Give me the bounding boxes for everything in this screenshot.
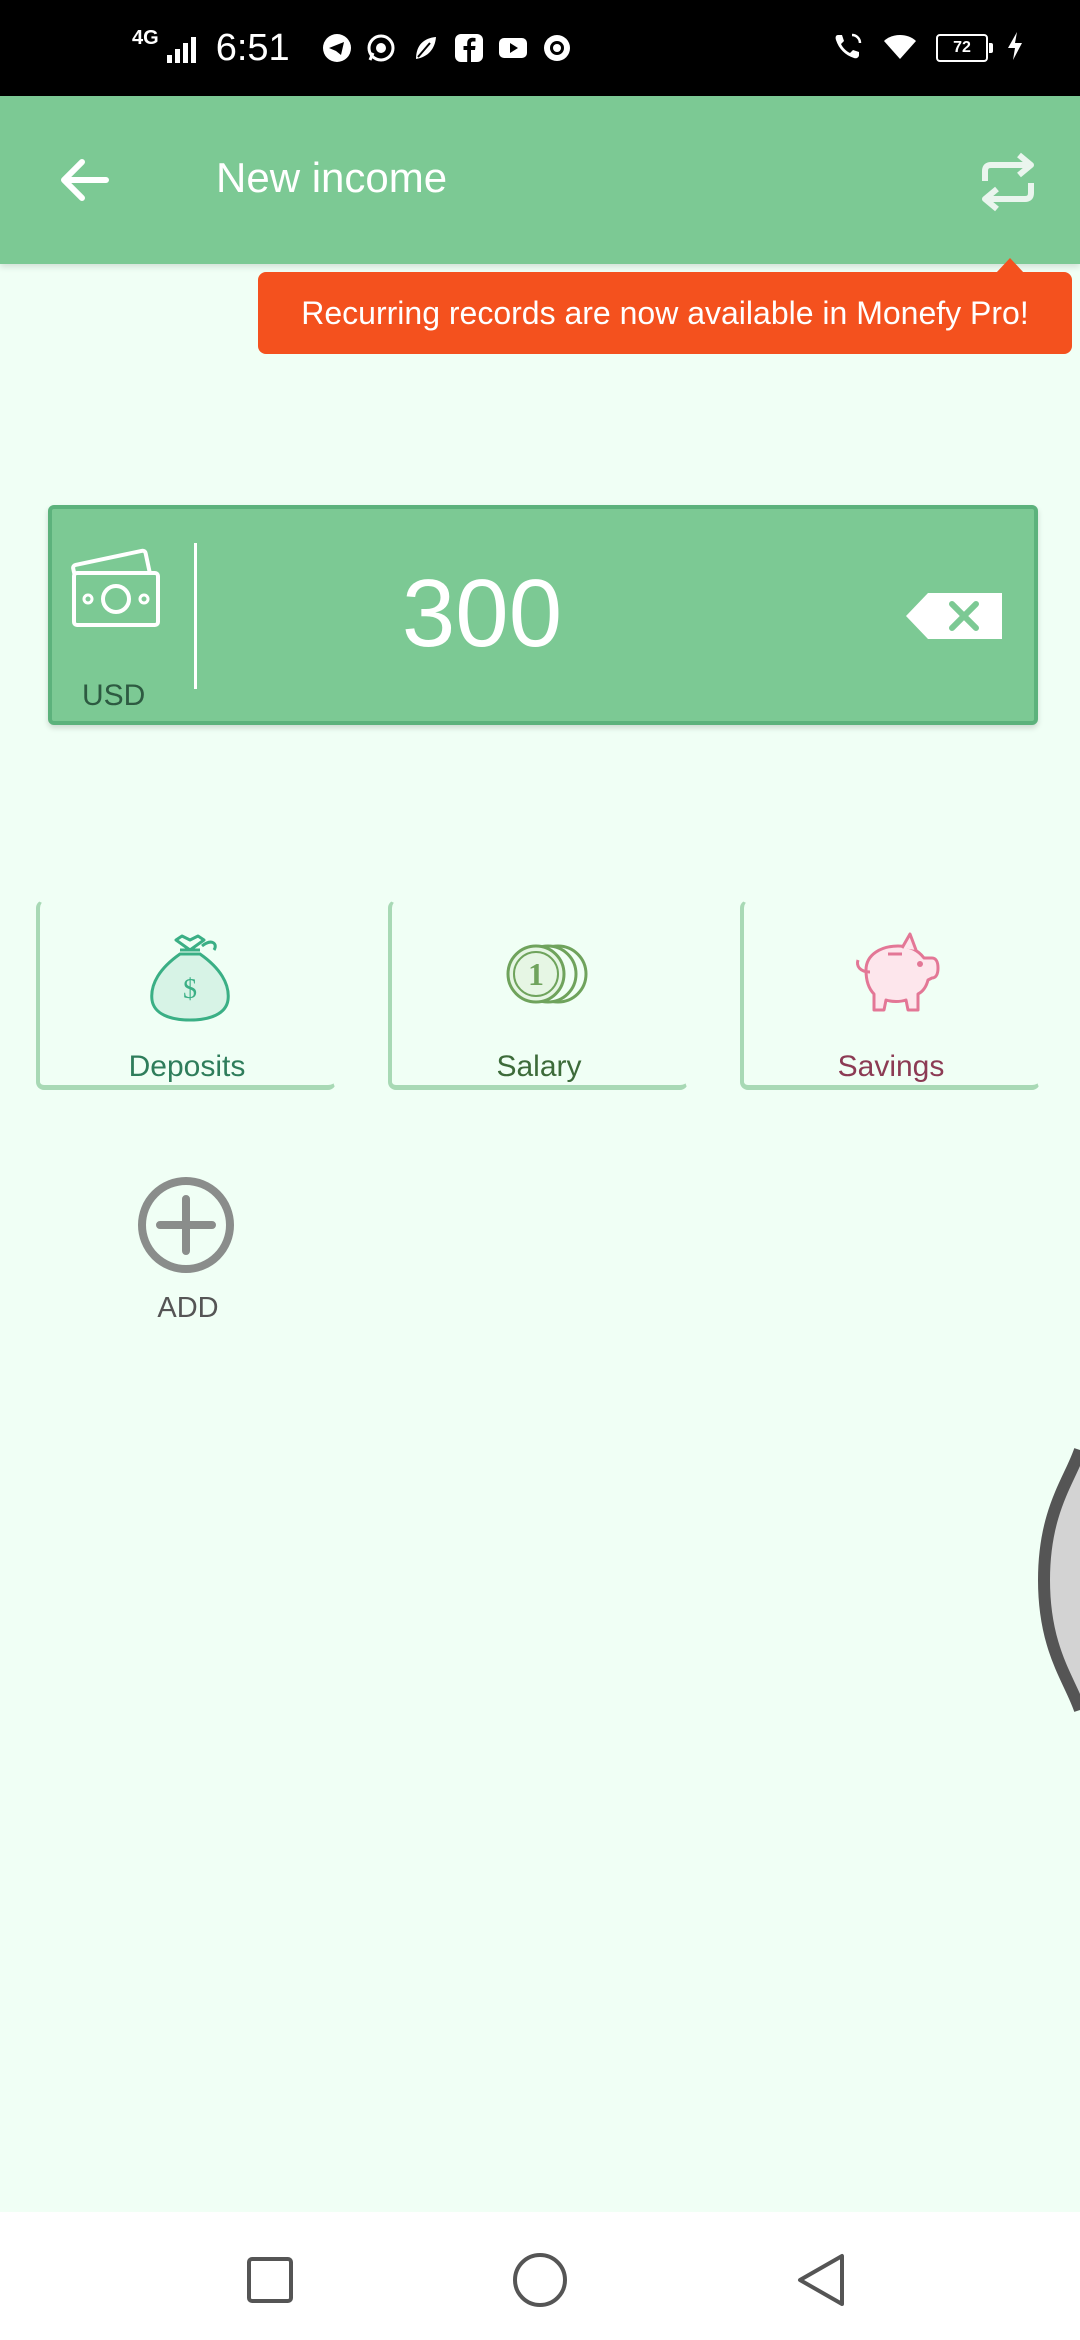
category-deposits[interactable]: $ Deposits [36, 900, 336, 1090]
clock: 6:51 [215, 26, 290, 69]
camera-app-icon [542, 33, 572, 63]
svg-text:$: $ [183, 974, 197, 1005]
status-bar: 4G 6:51 72 [0, 0, 1080, 96]
telegram-icon [322, 33, 352, 63]
cash-icon [71, 548, 160, 627]
back-button[interactable] [52, 148, 116, 212]
wifi-icon [882, 31, 918, 66]
currency-label: USD [82, 679, 146, 712]
category-savings[interactable]: Savings [740, 900, 1040, 1090]
category-label: Savings [837, 1050, 945, 1083]
network-type: 4G [132, 26, 159, 49]
youtube-icon [498, 33, 528, 63]
recurring-button[interactable] [972, 146, 1044, 218]
amount-card: USD 300 [48, 505, 1038, 725]
whatsapp-icon [366, 33, 396, 63]
triangle-back-icon [798, 2254, 844, 2306]
backspace-icon [906, 593, 1002, 639]
plus-circle-icon [138, 1177, 234, 1273]
clear-amount-button[interactable] [904, 591, 1004, 641]
wifi-calling-icon [832, 31, 864, 66]
category-label: Deposits [128, 1050, 246, 1083]
circle-icon [513, 2253, 567, 2307]
battery-icon: 72 [936, 34, 993, 62]
category-salary[interactable]: 1 Salary [388, 900, 688, 1090]
square-icon [247, 2257, 293, 2303]
amount-display: 300 [401, 560, 563, 667]
facebook-icon [454, 33, 484, 63]
edge-handle[interactable] [1030, 1440, 1080, 1720]
charging-icon [1006, 31, 1024, 66]
piggy-bank-icon [844, 924, 944, 1024]
svg-text:1: 1 [528, 956, 544, 992]
tooltip-arrow [996, 258, 1024, 273]
back-nav-button[interactable] [788, 2248, 852, 2312]
money-bag-icon: $ [140, 924, 240, 1024]
add-category-label: ADD [157, 1292, 219, 1324]
repeat-icon [982, 152, 1034, 212]
home-button[interactable] [508, 2248, 572, 2312]
system-nav-bar [0, 2212, 1080, 2340]
signal-icon [166, 33, 196, 63]
leaf-app-icon [410, 33, 440, 63]
add-category-button[interactable] [124, 1163, 248, 1287]
page-title: New income [216, 154, 448, 201]
divider [194, 543, 197, 689]
currency-selector[interactable] [68, 543, 164, 631]
arrow-left-icon [61, 159, 109, 201]
coins-icon: 1 [492, 924, 592, 1024]
pro-promo-tooltip[interactable]: Recurring records are now available in M… [258, 272, 1072, 354]
app-bar: New income [0, 96, 1080, 264]
recents-button[interactable] [238, 2248, 302, 2312]
category-label: Salary [496, 1050, 582, 1083]
